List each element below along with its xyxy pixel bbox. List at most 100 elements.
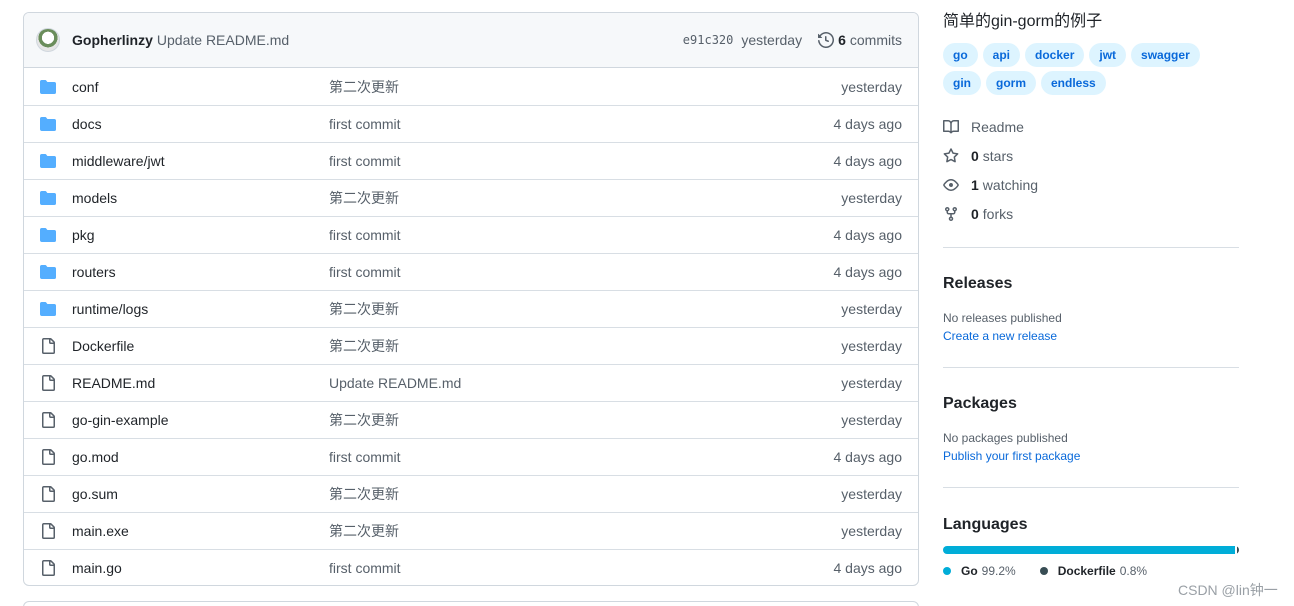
file-row[interactable]: README.md Update README.md yesterday (24, 364, 918, 401)
stars-label: stars (982, 147, 1014, 164)
language-bar (943, 546, 1239, 554)
topic-tag[interactable]: swagger (1131, 43, 1200, 67)
latest-commit-bar: Gopherlinzy Update README.md e91c320 yes… (24, 13, 918, 68)
file-name-link[interactable]: pkg (72, 227, 329, 243)
file-commit-message-link[interactable]: 第二次更新 (329, 77, 841, 97)
language-legend: Go 99.2% Dockerfile 0.8% (943, 564, 1239, 578)
packages-title[interactable]: Packages (943, 395, 1239, 413)
file-name-link[interactable]: go-gin-example (72, 412, 329, 428)
publish-package-link[interactable]: Publish your first package (943, 449, 1239, 463)
file-row[interactable]: go.mod first commit 4 days ago (24, 438, 918, 475)
file-name-link[interactable]: models (72, 190, 329, 206)
topic-tag[interactable]: gorm (986, 71, 1036, 95)
language-bar-segment (943, 546, 1235, 554)
file-name-link[interactable]: runtime/logs (72, 301, 329, 317)
topic-tag[interactable]: jwt (1089, 43, 1127, 67)
file-icon (42, 338, 55, 354)
file-row[interactable]: pkg first commit 4 days ago (24, 216, 918, 253)
file-commit-message-link[interactable]: first commit (329, 227, 834, 243)
folder-icon (40, 117, 56, 131)
file-row[interactable]: runtime/logs 第二次更新 yesterday (24, 290, 918, 327)
file-commit-age: yesterday (841, 78, 902, 95)
file-name-link[interactable]: main.exe (72, 523, 329, 539)
file-row[interactable]: Dockerfile 第二次更新 yesterday (24, 327, 918, 364)
file-icon (42, 560, 55, 576)
file-commit-message-link[interactable]: 第二次更新 (329, 521, 841, 541)
watching-label: watching (982, 176, 1039, 193)
file-name-link[interactable]: go.sum (72, 486, 329, 502)
file-commit-age: 4 days ago (833, 227, 903, 243)
file-commit-message-link[interactable]: 第二次更新 (329, 336, 841, 356)
folder-icon (40, 154, 56, 168)
author-avatar[interactable] (36, 28, 60, 52)
topic-tag[interactable]: endless (1041, 71, 1106, 95)
commit-message-link[interactable]: Update README.md (157, 32, 289, 48)
file-commit-message-link[interactable]: first commit (329, 153, 834, 169)
sidebar-divider (943, 487, 1239, 488)
folder-icon (40, 302, 56, 316)
commits-label: commits (849, 32, 902, 48)
create-release-link[interactable]: Create a new release (943, 329, 1239, 343)
stars-link[interactable]: 0 stars (943, 141, 1239, 170)
forks-count: 0 (971, 205, 979, 222)
language-legend-item[interactable]: Dockerfile 0.8% (1039, 564, 1147, 578)
file-name-link[interactable]: Dockerfile (72, 338, 329, 354)
history-icon (818, 32, 835, 48)
file-row[interactable]: middleware/jwt first commit 4 days ago (24, 142, 918, 179)
topic-tag[interactable]: go (943, 43, 978, 67)
file-commit-message-link[interactable]: first commit (329, 264, 834, 280)
readme-link[interactable]: Readme (943, 112, 1239, 141)
language-name: Dockerfile (1057, 564, 1116, 578)
forks-link[interactable]: 0 forks (943, 199, 1239, 228)
file-row[interactable]: conf 第二次更新 yesterday (24, 68, 918, 105)
repo-description: 简单的gin-gorm的例子 (943, 13, 1103, 30)
file-browser: Gopherlinzy Update README.md e91c320 yes… (23, 12, 919, 586)
file-commit-message-link[interactable]: 第二次更新 (329, 484, 841, 504)
watching-link[interactable]: 1 watching (943, 170, 1239, 199)
file-name-link[interactable]: routers (72, 264, 329, 280)
repo-sidebar: 简单的gin-gorm的例子 go api docker jwt swagger gin g… (943, 0, 1239, 578)
file-commit-message-link[interactable]: first commit (329, 116, 834, 132)
file-row[interactable]: routers first commit 4 days ago (24, 253, 918, 290)
topic-tag[interactable]: gin (943, 71, 981, 95)
file-name-link[interactable]: go.mod (72, 449, 329, 465)
book-icon (943, 119, 959, 133)
file-row[interactable]: main.go first commit 4 days ago (24, 549, 918, 585)
commit-count: 6 (838, 32, 846, 48)
releases-title[interactable]: Releases (943, 275, 1239, 293)
file-row[interactable]: models 第二次更新 yesterday (24, 179, 918, 216)
topic-tag[interactable]: docker (1025, 43, 1085, 67)
file-commit-message-link[interactable]: 第二次更新 (329, 188, 841, 208)
commit-history-link[interactable]: 6 commits (818, 32, 902, 48)
language-legend-item[interactable]: Go 99.2% (943, 564, 1016, 578)
file-commit-message-link[interactable]: first commit (329, 560, 834, 576)
commit-sha-link[interactable]: e91c320 (683, 33, 734, 47)
file-commit-age: yesterday (841, 301, 902, 317)
topic-tag[interactable]: api (982, 43, 1021, 67)
file-row[interactable]: docs first commit 4 days ago (24, 105, 918, 142)
file-row[interactable]: go.sum 第二次更新 yesterday (24, 475, 918, 512)
file-commit-message-link[interactable]: Update README.md (329, 375, 841, 391)
file-icon (42, 486, 55, 502)
file-name-link[interactable]: README.md (72, 375, 329, 391)
packages-section: Packages No packages published Publish y… (943, 395, 1239, 463)
file-commit-message-link[interactable]: first commit (329, 449, 834, 465)
repo-stats: Readme 0 stars 1 watching 0 forks (943, 112, 1239, 228)
readme-label: Readme (971, 118, 1024, 135)
file-commit-age: yesterday (841, 523, 902, 539)
file-commit-message-link[interactable]: 第二次更新 (329, 410, 841, 430)
file-name-link[interactable]: main.go (72, 560, 329, 576)
file-row[interactable]: main.exe 第二次更新 yesterday (24, 512, 918, 549)
languages-title: Languages (943, 516, 1028, 533)
commit-author-link[interactable]: Gopherlinzy (72, 32, 153, 48)
watching-count: 1 (971, 176, 979, 193)
topic-list: go api docker jwt swagger gin gorm endless (943, 43, 1239, 99)
file-row[interactable]: go-gin-example 第二次更新 yesterday (24, 401, 918, 438)
watermark: CSDN @lin钟一 (1178, 582, 1278, 598)
file-icon (42, 523, 55, 539)
file-name-link[interactable]: conf (72, 79, 329, 95)
file-name-link[interactable]: middleware/jwt (72, 153, 329, 169)
file-commit-age: yesterday (841, 486, 902, 502)
file-name-link[interactable]: docs (72, 116, 329, 132)
file-commit-message-link[interactable]: 第二次更新 (329, 299, 841, 319)
